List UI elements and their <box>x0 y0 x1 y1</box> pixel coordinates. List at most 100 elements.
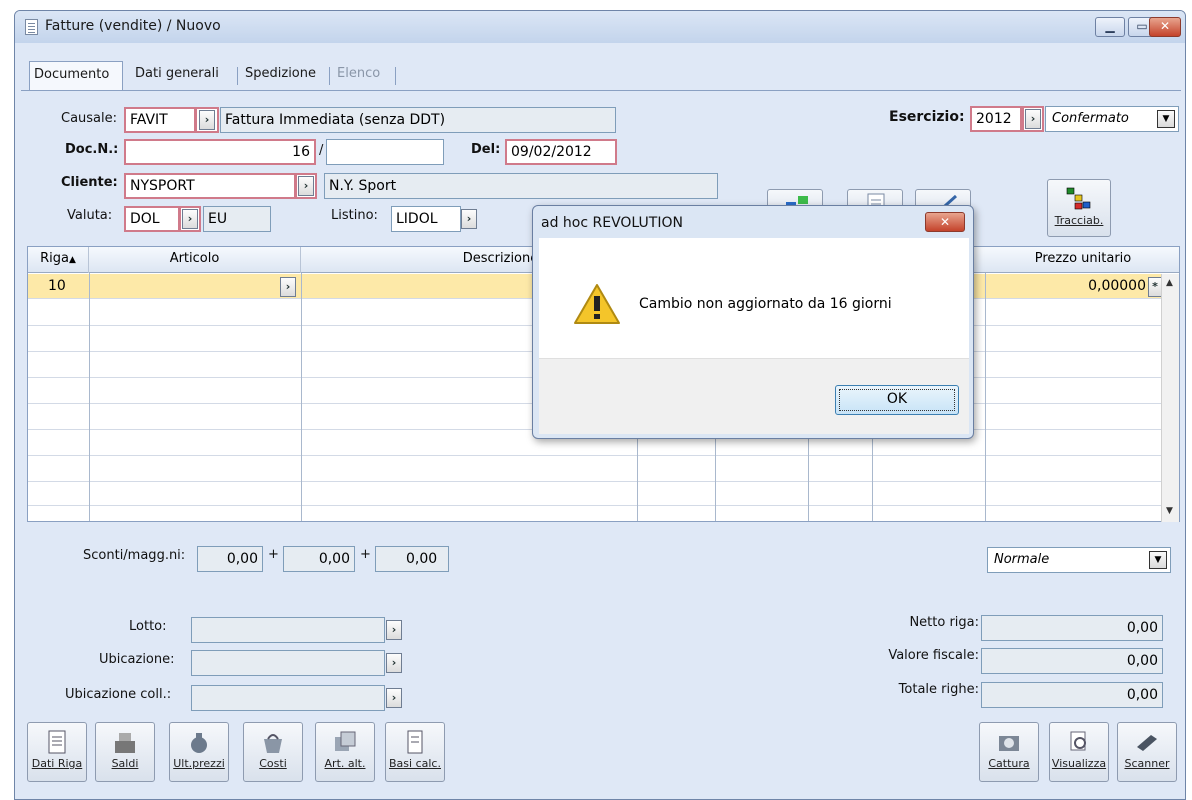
sconto2-field[interactable]: 0,00 <box>283 546 355 572</box>
cliente-zoom-wrap: › <box>295 173 317 199</box>
tipo-riga-value: Normale <box>994 552 1050 567</box>
valuta-zoom-button[interactable]: › <box>182 209 198 229</box>
docn-serie-field[interactable] <box>326 139 444 165</box>
view-icon <box>1070 731 1086 751</box>
esercizio-field[interactable]: 2012 <box>970 106 1022 132</box>
money-bag-icon <box>191 733 207 753</box>
valuta-zoom-wrap: › <box>179 206 201 232</box>
cattura-label: Cattura <box>988 757 1030 770</box>
chevron-down-icon[interactable]: ▼ <box>1157 110 1175 128</box>
valore-fiscale-label: Valore fiscale: <box>888 648 979 663</box>
calc-doc-icon <box>407 730 423 754</box>
scroll-down-icon[interactable]: ▼ <box>1166 506 1173 516</box>
dati-riga-button[interactable]: Dati Riga <box>27 722 87 782</box>
esercizio-zoom-button[interactable]: › <box>1025 109 1041 129</box>
tracciab-label: Tracciab. <box>1054 214 1104 227</box>
valuta-code-field[interactable]: DOL <box>124 206 180 232</box>
tab-documento[interactable]: Documento <box>29 61 123 91</box>
column-riga[interactable]: Riga▲ <box>28 247 89 273</box>
ubicazione-coll-label: Ubicazione coll.: <box>65 687 172 702</box>
listino-label: Listino: <box>331 208 378 223</box>
document-lines-icon <box>48 730 66 754</box>
causale-label: Causale: <box>61 111 118 126</box>
tracking-tree-icon <box>1066 187 1091 210</box>
lotto-label: Lotto: <box>129 619 167 634</box>
visualizza-button[interactable]: Visualizza <box>1049 722 1109 782</box>
ubicazione-coll-field[interactable] <box>191 685 385 711</box>
cliente-code-field[interactable]: NYSPORT <box>124 173 296 199</box>
tab-dati-generali[interactable]: Dati generali <box>131 61 235 91</box>
cliente-label: Cliente: <box>61 175 118 190</box>
tab-spedizione[interactable]: Spedizione <box>241 61 327 91</box>
listino-code-field[interactable]: LIDOL <box>391 206 461 232</box>
column-articolo[interactable]: Articolo <box>89 247 301 273</box>
tab-separator <box>329 67 330 85</box>
ubicazione-field[interactable] <box>191 650 385 676</box>
sconto1-field[interactable]: 0,00 <box>197 546 263 572</box>
tab-elenco[interactable]: Elenco <box>333 61 393 91</box>
del-date-field[interactable]: 09/02/2012 <box>505 139 617 165</box>
lotto-zoom-button[interactable]: › <box>386 620 402 640</box>
causale-zoom-button[interactable]: › <box>199 110 215 130</box>
scanner-icon <box>1137 735 1157 751</box>
ubicazione-coll-zoom-button[interactable]: › <box>386 688 402 708</box>
articolo-zoom-button[interactable]: › <box>280 277 296 297</box>
scanner-button[interactable]: Scanner <box>1117 722 1177 782</box>
ok-button[interactable]: OK <box>835 385 959 415</box>
ult-prezzi-button[interactable]: Ult.prezzi <box>169 722 229 782</box>
minimize-button[interactable]: ▁ <box>1095 17 1125 37</box>
grid-scrollbar[interactable]: ▲ ▼ <box>1161 274 1179 522</box>
listino-zoom-button[interactable]: › <box>461 209 477 229</box>
causale-code-field[interactable]: FAVIT <box>124 107 196 133</box>
lotto-field[interactable] <box>191 617 385 643</box>
dialog-title: ad hoc REVOLUTION <box>541 215 683 231</box>
grid-col-line <box>89 273 90 521</box>
netto-riga-value: 0,00 <box>981 615 1163 641</box>
ubicazione-zoom-button[interactable]: › <box>386 653 402 673</box>
row-prezzo-cell[interactable]: 0,00000 <box>1046 275 1146 297</box>
tipo-riga-combo[interactable]: Normale ▼ <box>987 547 1171 573</box>
grid-col-line <box>985 273 986 521</box>
docn-separator: / <box>319 143 324 158</box>
message-dialog: ad hoc REVOLUTION ✕ Cambio non aggiornat… <box>532 205 974 439</box>
stato-value: Confermato <box>1052 111 1129 126</box>
sconto3-field[interactable]: 0,00 <box>375 546 449 572</box>
articles-icon <box>335 731 356 751</box>
chevron-down-icon[interactable]: ▼ <box>1149 551 1167 569</box>
totale-righe-label: Totale righe: <box>898 682 979 697</box>
cliente-zoom-button[interactable]: › <box>298 176 314 196</box>
tracciab-button[interactable]: Tracciab. <box>1047 179 1111 237</box>
row-riga-cell: 10 <box>48 278 66 294</box>
cattura-button[interactable]: Cattura <box>979 722 1039 782</box>
saldi-button[interactable]: Saldi <box>95 722 155 782</box>
valuta-label: Valuta: <box>67 208 113 223</box>
del-label: Del: <box>471 142 501 157</box>
grid-line <box>28 505 1162 506</box>
grid-line <box>28 455 1162 456</box>
totale-righe-value: 0,00 <box>981 682 1163 708</box>
basi-calc-button[interactable]: Basi calc. <box>385 722 445 782</box>
art-alt-label: Art. alt. <box>324 757 366 770</box>
valore-fiscale-value: 0,00 <box>981 648 1163 674</box>
costi-button[interactable]: Costi <box>243 722 303 782</box>
scroll-up-icon[interactable]: ▲ <box>1166 278 1173 288</box>
camera-icon <box>999 736 1019 751</box>
sconti-label: Sconti/magg.ni: <box>83 548 186 563</box>
dialog-message: Cambio non aggiornato da 16 giorni <box>639 296 892 312</box>
basi-calc-label: Basi calc. <box>389 757 441 770</box>
prezzo-calc-button[interactable]: * <box>1148 277 1162 297</box>
ult-prezzi-label: Ult.prezzi <box>173 757 225 770</box>
dialog-close-button[interactable]: ✕ <box>925 212 965 232</box>
stato-combo[interactable]: Confermato ▼ <box>1045 106 1179 132</box>
cliente-description: N.Y. Sport <box>324 173 718 199</box>
tab-separator <box>237 67 238 85</box>
close-button[interactable]: ✕ <box>1149 17 1181 37</box>
art-alt-button[interactable]: Art. alt. <box>315 722 375 782</box>
tab-separator <box>395 67 396 85</box>
document-icon <box>25 19 38 35</box>
visualizza-label: Visualizza <box>1051 757 1107 770</box>
docn-field[interactable]: 16 <box>124 139 316 165</box>
dialog-body: Cambio non aggiornato da 16 giorni <box>539 238 969 358</box>
valuta-description: EU <box>203 206 271 232</box>
column-prezzo-unitario[interactable]: Prezzo unitario <box>985 247 1181 273</box>
